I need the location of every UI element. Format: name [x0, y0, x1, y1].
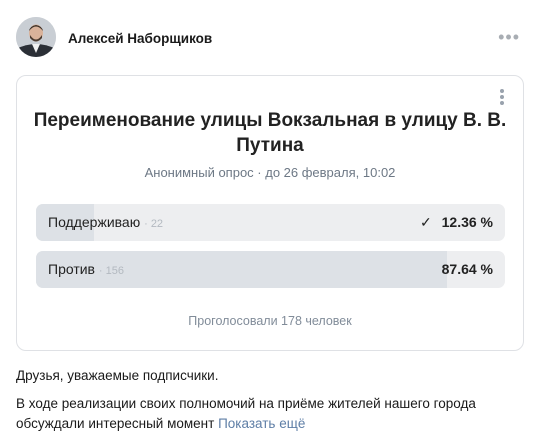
- more-horizontal-icon[interactable]: •••: [498, 28, 520, 46]
- post-text-paragraph: В ходе реализации своих полномочий на пр…: [16, 394, 526, 434]
- avatar-icon: [16, 17, 56, 57]
- poll-option-text: Против: [48, 261, 95, 277]
- poll-voted-count[interactable]: Проголосовали 178 человек: [17, 314, 523, 328]
- poll-option-against[interactable]: Против · 156 87.64 %: [36, 251, 505, 288]
- poll-option-count: · 22: [144, 218, 164, 230]
- post-text-paragraph: Друзья, уважаемые подписчики.: [16, 368, 219, 383]
- show-more-link[interactable]: Показать ещё: [218, 416, 305, 431]
- poll-option-text: Поддерживаю: [48, 214, 141, 230]
- poll-option-percent-text: 87.64 %: [441, 261, 493, 277]
- poll-meta: Анонимный опрос · до 26 февраля, 10:02: [144, 165, 396, 180]
- more-vertical-icon[interactable]: [499, 89, 505, 109]
- poll-option-percent: ✓ 12.36 %: [420, 214, 493, 231]
- check-icon: ✓: [420, 214, 432, 230]
- poll-card: Переименование улицы Вокзальная в улицу …: [16, 75, 524, 351]
- poll-option-label: Против · 156: [48, 261, 124, 277]
- author-name[interactable]: Алексей Наборщиков: [68, 31, 212, 46]
- post-header: Алексей Наборщиков •••: [16, 17, 524, 59]
- poll-title: Переименование улицы Вокзальная в улицу …: [33, 110, 507, 156]
- poll-option-percent: 87.64 %: [442, 261, 493, 277]
- avatar[interactable]: [16, 17, 56, 57]
- poll-option-percent-text: 12.36 %: [441, 214, 493, 230]
- poll-option-label: Поддерживаю · 22: [48, 214, 163, 230]
- poll-option-support[interactable]: Поддерживаю · 22 ✓ 12.36 %: [36, 204, 505, 241]
- poll-option-count: · 156: [98, 265, 124, 277]
